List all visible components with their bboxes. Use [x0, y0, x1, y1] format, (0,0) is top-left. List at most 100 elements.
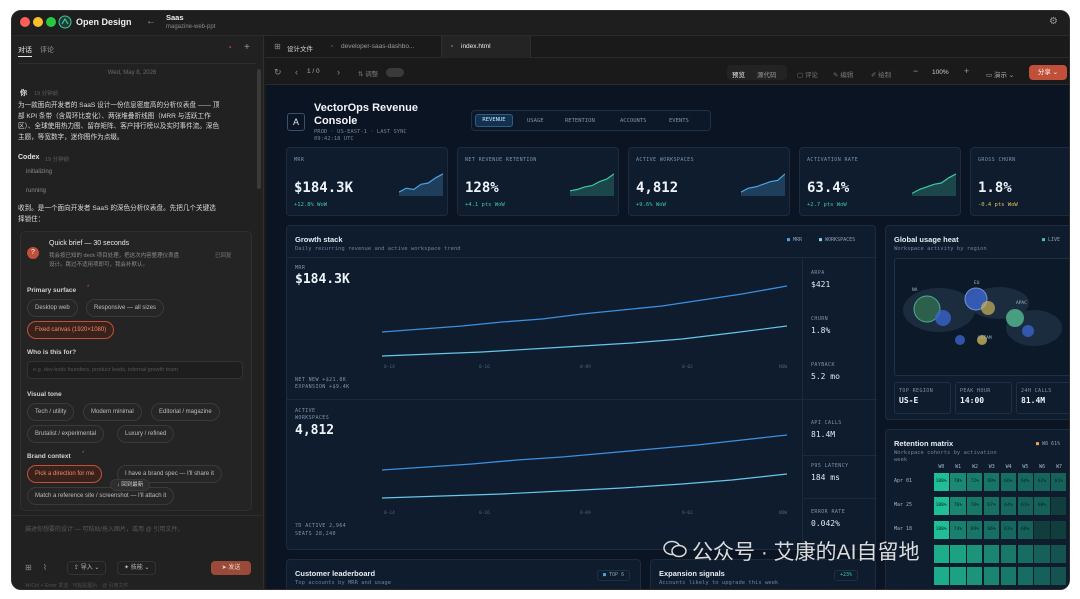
nav-usage[interactable]: USAGE [527, 118, 544, 124]
retention-cell[interactable] [1000, 567, 1016, 585]
retention-cell[interactable]: 100% [933, 473, 949, 491]
dash-title-2: Console [314, 115, 358, 127]
nav-revenue[interactable]: REVENUE [475, 114, 513, 127]
retention-cell[interactable]: 64% [1017, 473, 1033, 491]
attach-icon[interactable]: ⌇ [43, 563, 47, 573]
retention-cell[interactable]: 70% [967, 497, 983, 515]
retention-cell[interactable]: 69% [967, 521, 983, 539]
option-responsive[interactable]: Responsive — all sizes [86, 299, 165, 317]
source-button[interactable]: 源代码 [757, 69, 777, 79]
option-editorial[interactable]: Editorial / magazine [151, 403, 220, 421]
retention-cell[interactable]: 63% [1000, 521, 1016, 539]
kpi-card-mrr[interactable]: MRR $184.3K +12.8% WoW [286, 147, 448, 216]
option-brutalist[interactable]: Brutalist / experimental [27, 425, 105, 443]
tab-design-files[interactable]: 设计文件 [287, 43, 313, 53]
retention-cell[interactable] [1051, 521, 1067, 539]
option-fixed-canvas[interactable]: Fixed canvas (1920×1080) [27, 321, 115, 339]
comment-button[interactable]: ▢ 评论 [797, 69, 818, 79]
new-chat-plus-icon[interactable]: + [244, 42, 250, 53]
retention-cell[interactable] [1017, 545, 1033, 563]
date-separator: Wed, May 8, 2026 [107, 70, 157, 76]
refresh-icon[interactable]: ↻ [274, 67, 282, 77]
retention-cell[interactable] [1034, 545, 1050, 563]
zoom-in-button[interactable]: + [964, 66, 969, 76]
retention-cell[interactable] [1051, 497, 1067, 515]
option-match-reference[interactable]: Match a reference site / screenshot — I'… [27, 487, 175, 505]
retention-cell[interactable] [933, 567, 949, 585]
grid-icon[interactable]: ⊞ [25, 563, 32, 573]
kpi-card-churn[interactable]: GROSS CHURN 1.8% -0.4 pts WoW [970, 147, 1069, 216]
kpi-delta: -0.4 pts WoW [978, 202, 1018, 208]
retention-cell[interactable]: 100% [933, 521, 949, 539]
retention-cell[interactable]: 72% [967, 473, 983, 491]
present-button[interactable]: ▭ 演示 ⌄ [986, 69, 1014, 79]
prompt-input[interactable]: 描述你想要的设计 — 可粘贴/拖入图片，或用 @ 引用文件。 [25, 524, 183, 533]
zoom-out-button[interactable]: − [913, 66, 918, 76]
back-to-latest-button[interactable]: ↓ 回到最新 [110, 479, 151, 491]
retention-cell[interactable]: 60% [1034, 497, 1050, 515]
kpi-card-activation[interactable]: ACTIVATION RATE 63.4% +2.7 pts WoW [799, 147, 961, 216]
option-tech-utility[interactable]: Tech / utility [27, 403, 75, 421]
maximize-window-button[interactable] [46, 17, 56, 27]
retention-cell[interactable]: 76% [950, 497, 966, 515]
files-icon[interactable]: ⊞ [274, 42, 281, 51]
option-modern-minimal[interactable]: Modern minimal [83, 403, 142, 421]
retention-cell[interactable] [1000, 545, 1016, 563]
send-button[interactable]: ➤ 发送 [211, 561, 251, 575]
retention-cell[interactable]: 61% [1017, 497, 1033, 515]
adjust-switch[interactable] [386, 68, 404, 77]
nav-retention[interactable]: RETENTION [565, 118, 595, 124]
skills-button[interactable]: ✦ 技能 ⌄ [117, 561, 157, 575]
retention-cell[interactable]: 66% [1000, 473, 1016, 491]
retention-cell[interactable] [1034, 521, 1050, 539]
nav-events[interactable]: EVENTS [669, 118, 689, 124]
import-button[interactable]: ⇪ 导入 ⌄ [67, 561, 107, 575]
option-luxury[interactable]: Luxury / refined [117, 425, 175, 443]
retention-cell[interactable] [950, 567, 966, 585]
next-page-icon[interactable]: › [337, 67, 340, 77]
tab-index-html[interactable]: index.html [461, 43, 491, 50]
retention-cell[interactable]: 62% [1034, 473, 1050, 491]
tab-chat[interactable]: 对话 [18, 45, 32, 55]
kpi-card-nrr[interactable]: NET REVENUE RETENTION 128% +4.1 pts WoW [457, 147, 619, 216]
retention-cell[interactable] [950, 545, 966, 563]
edit-button[interactable]: ✎ 编辑 [833, 69, 853, 79]
minimize-window-button[interactable] [33, 17, 43, 27]
retention-cell[interactable] [983, 545, 1000, 563]
retention-col-header: W3 [988, 464, 995, 470]
prev-page-icon[interactable]: ‹ [295, 67, 298, 77]
retention-cell[interactable]: 78% [950, 473, 966, 491]
retention-cell[interactable]: 69% [983, 473, 1000, 491]
retention-cell[interactable]: 100% [933, 497, 949, 515]
retention-cell[interactable] [1051, 545, 1067, 563]
churn-value: 1.8% [811, 326, 831, 335]
retention-cell[interactable]: 61% [1051, 473, 1067, 491]
settings-gear-icon[interactable]: ⚙ [1049, 16, 1058, 27]
retention-cell[interactable]: 67% [983, 497, 1000, 515]
retention-cell[interactable] [933, 545, 949, 563]
nav-accounts[interactable]: ACCOUNTS [620, 118, 647, 124]
retention-cell[interactable] [967, 567, 983, 585]
draw-button[interactable]: ✐ 绘制 [871, 69, 891, 79]
retention-cell[interactable]: 66% [983, 521, 1000, 539]
share-button[interactable]: 分享 ⌄ [1029, 65, 1067, 80]
retention-cell[interactable]: 64% [1000, 497, 1016, 515]
retention-cell[interactable] [1034, 567, 1050, 585]
retention-cell[interactable] [967, 545, 983, 563]
retention-cell[interactable]: 60% [1017, 521, 1033, 539]
tab-developer-saas[interactable]: developer-saas-dashbo... [341, 43, 414, 50]
retention-cell[interactable] [983, 567, 1000, 585]
retention-cell[interactable]: 74% [950, 521, 966, 539]
chat-scrollbar[interactable] [257, 69, 261, 189]
preview-button[interactable]: 预览 [732, 69, 745, 79]
retention-cell[interactable] [1051, 567, 1067, 585]
close-window-button[interactable] [20, 17, 30, 27]
kpi-card-workspaces[interactable]: ACTIVE WORKSPACES 4,812 +9.6% WoW [628, 147, 790, 216]
option-pick-direction[interactable]: Pick a direction for me [27, 465, 103, 483]
notification-bell-icon[interactable]: ◔ [227, 43, 232, 52]
option-desktop-web[interactable]: Desktop web [27, 299, 78, 317]
adjust-toggle[interactable]: ⇅ 调整 [358, 68, 378, 78]
retention-cell[interactable] [1017, 567, 1033, 585]
back-arrow-icon[interactable]: ← [146, 16, 156, 27]
tab-comments[interactable]: 评论 [40, 45, 54, 55]
